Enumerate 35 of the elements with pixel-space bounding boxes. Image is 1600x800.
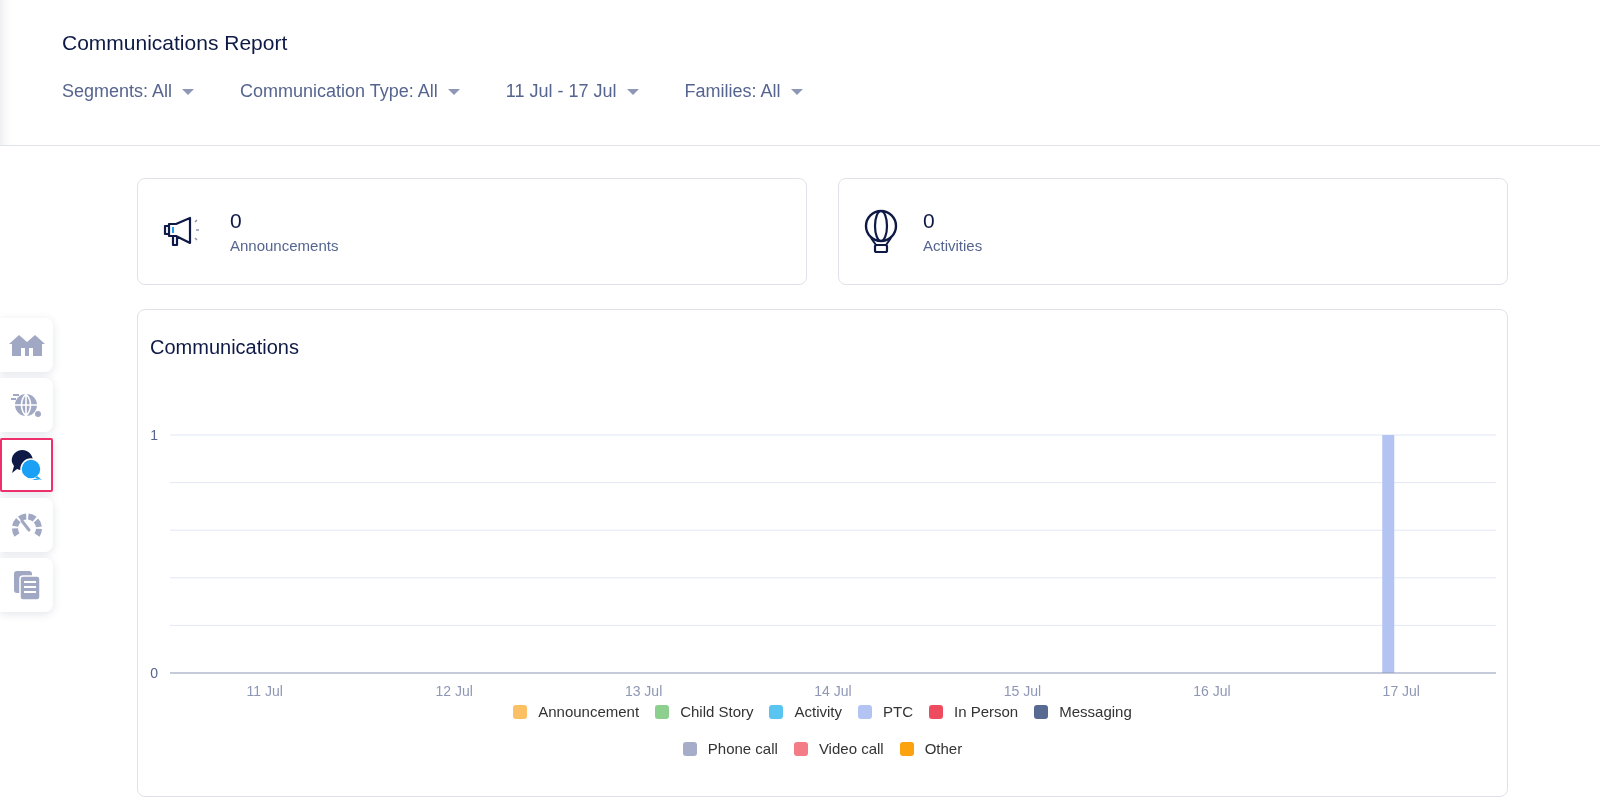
- x-axis-label: 16 Jul: [1193, 683, 1231, 699]
- legend-label: PTC: [883, 703, 913, 720]
- x-axis-label: 15 Jul: [1003, 683, 1042, 699]
- filter-dropdown[interactable]: Families: All: [684, 81, 803, 102]
- y-axis-label: 0: [150, 665, 158, 681]
- legend-label: Child Story: [680, 703, 754, 720]
- legend-label: Other: [924, 740, 963, 757]
- legend-label: Announcement: [538, 703, 640, 720]
- y-axis-label: 1: [150, 427, 158, 443]
- caret-icon: [790, 88, 803, 95]
- chart-title: Communications: [150, 336, 300, 359]
- filter-dropdown[interactable]: Segments: All: [62, 81, 195, 102]
- filter-dropdown[interactable]: 11 Jul - 17 Jul: [505, 81, 639, 102]
- legend-label: Messaging: [1059, 703, 1132, 720]
- stat-label: Activities: [923, 237, 983, 254]
- x-axis-label: 13 Jul: [624, 683, 663, 699]
- x-axis-label: 17 Jul: [1382, 683, 1420, 699]
- x-axis-label: 14 Jul: [814, 683, 852, 699]
- legend-label: Activity: [794, 703, 842, 720]
- caret-icon: [182, 88, 195, 95]
- caret-icon: [626, 88, 639, 95]
- sidebar-item[interactable]: [0, 438, 53, 492]
- legend-label: In Person: [954, 703, 1019, 720]
- legend-label: Phone call: [707, 740, 778, 757]
- x-axis-label: 11 Jul: [246, 683, 283, 699]
- legend-label: Video call: [818, 740, 884, 757]
- caret-icon: [447, 88, 460, 95]
- page-title: Communications Report: [62, 31, 289, 55]
- filter-dropdown[interactable]: Communication Type: All: [240, 81, 460, 102]
- hot-air-balloon-icon: [863, 208, 899, 255]
- x-axis-label: 12 Jul: [435, 683, 473, 699]
- stat-label: Announcements: [230, 237, 339, 254]
- documents-icon: [11, 569, 42, 601]
- stat-value: 0: [923, 209, 936, 233]
- stat-value: 0: [230, 209, 243, 233]
